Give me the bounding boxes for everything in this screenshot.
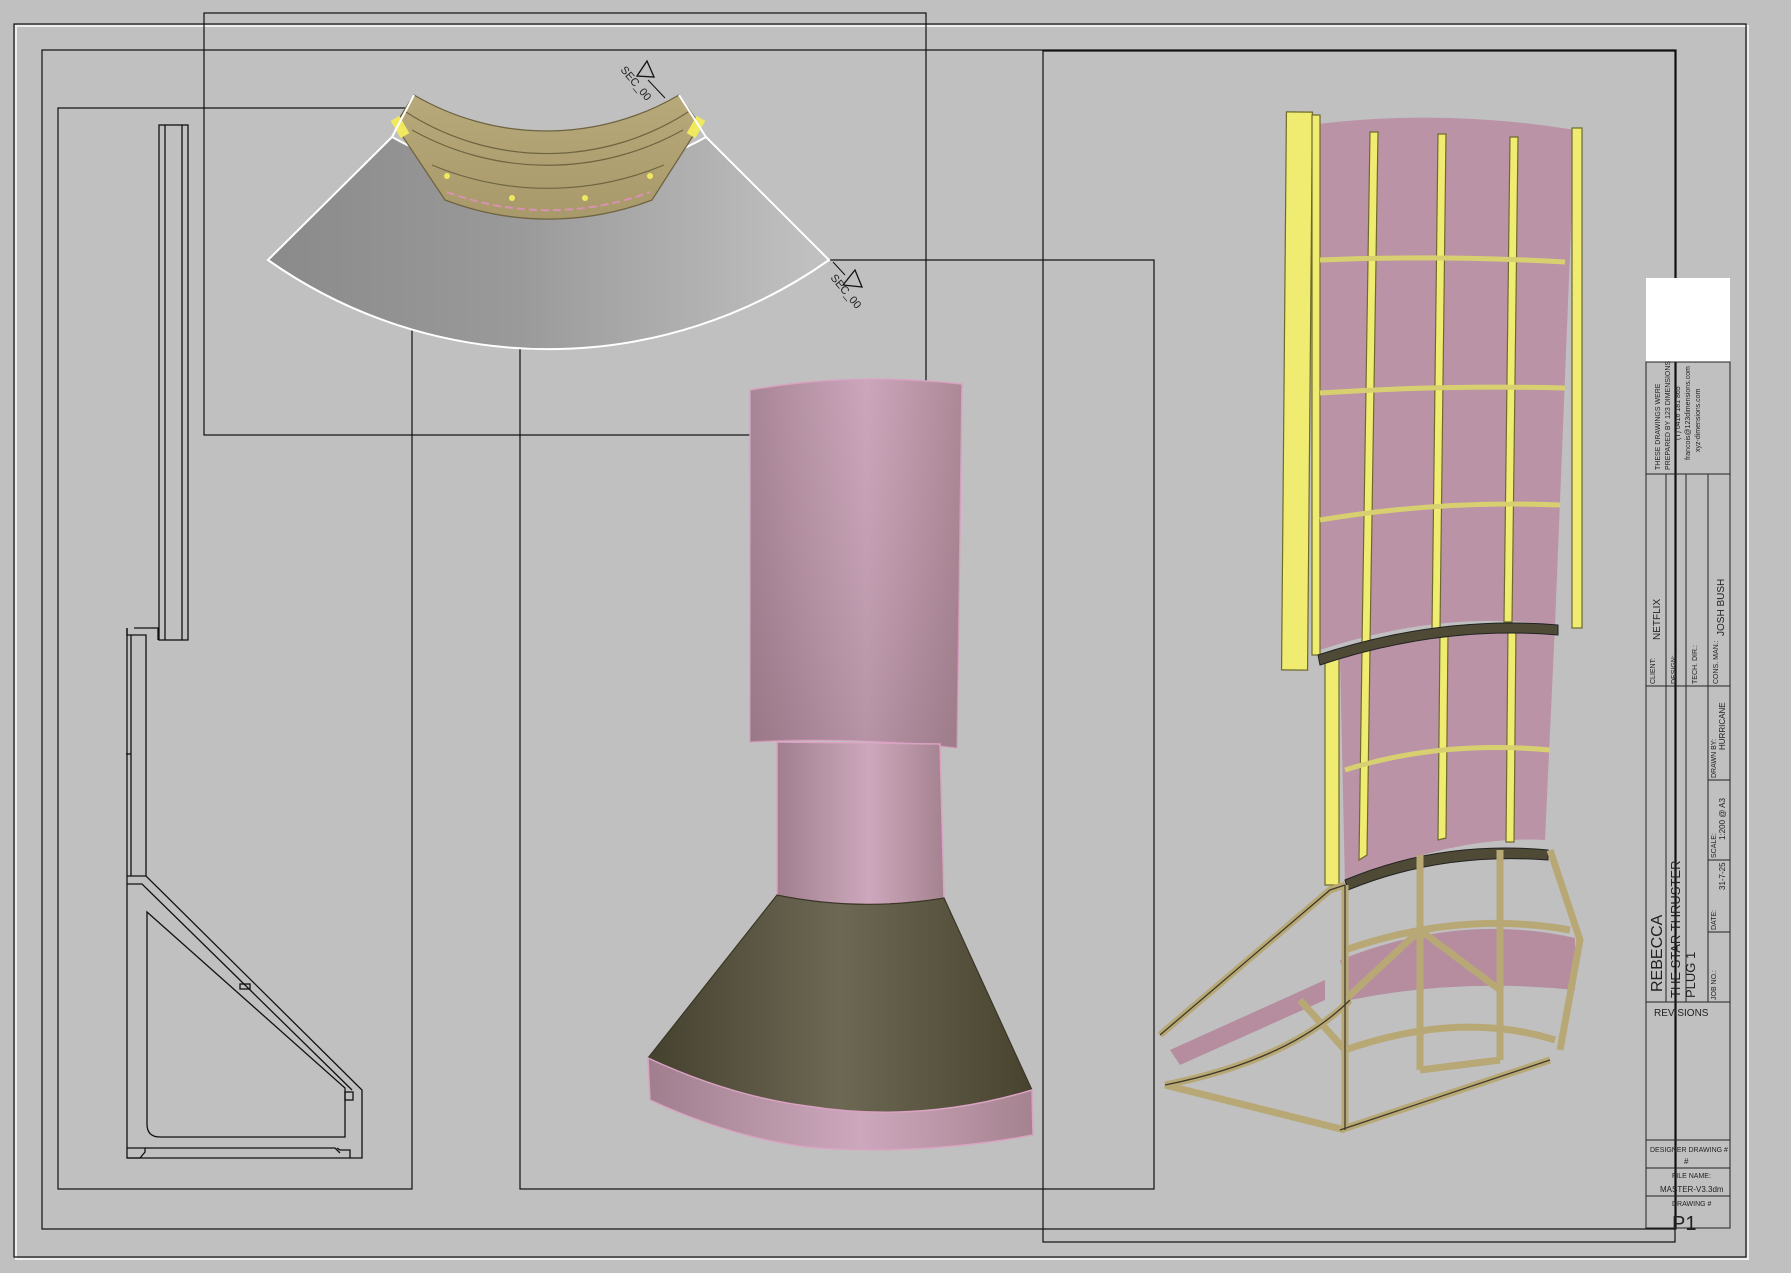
prepared-note-line-3: (T) 0416 181 865 xyxy=(1675,386,1682,440)
cons-man-label: CONS. MAN.: xyxy=(1713,640,1720,684)
design-label: DESIGN: xyxy=(1671,655,1678,684)
structure-3d-view xyxy=(1157,111,1584,1134)
revisions-label: REVISIONS xyxy=(1654,1008,1709,1019)
section-marker-bottom: SEC_00 xyxy=(828,261,863,311)
file-name-label: FILE NAME: xyxy=(1672,1173,1711,1180)
project-name: REBECCA xyxy=(1649,914,1666,992)
prepared-note-line-1: THESE DRAWINGS WERE xyxy=(1655,383,1662,470)
client-value: NETFLIX xyxy=(1652,599,1663,640)
scale-label: SCALE: xyxy=(1711,833,1718,858)
section-marker-label: SEC_00 xyxy=(618,64,654,103)
drawn-by-label: DRAWN BY: xyxy=(1711,739,1718,778)
drawing-no-value: P1 xyxy=(1672,1213,1696,1235)
mid-column xyxy=(776,741,945,906)
section-marker-top: SEC_00 xyxy=(618,59,666,103)
drawing-subtitle: PLUG 1 xyxy=(1683,952,1698,998)
designer-drawing-label: DESIGNER DRAWING # xyxy=(1650,1147,1728,1154)
cone-skirt xyxy=(647,894,1033,1113)
plan-view xyxy=(266,94,831,351)
client-label: CLIENT: xyxy=(1650,658,1657,684)
scale-value: 1:200 @ A3 xyxy=(1718,798,1727,840)
drawing-no-label: DRAWING # xyxy=(1672,1201,1712,1208)
drawing-sheet: SEC_00 SEC_00 THESE DRAWINGS WERE PREPAR… xyxy=(13,12,1749,1260)
drawn-by-value: HURRICANE xyxy=(1718,702,1727,750)
shaded-3d-view xyxy=(647,378,1034,1151)
prepared-note-line-5: xyz-dimensions.com xyxy=(1695,388,1702,452)
tech-dir-label: TECH. DIR.: xyxy=(1692,645,1699,684)
prepared-note-line-4: francois@123dimensions.com xyxy=(1685,366,1692,460)
date-value: 31-7-25 xyxy=(1718,862,1727,890)
designer-drawing-value: # xyxy=(1684,1157,1689,1166)
prepared-note-line-2: PREPARED BY 123 DIMENSIONS xyxy=(1665,361,1672,470)
title-block: THESE DRAWINGS WERE PREPARED BY 123 DIME… xyxy=(1645,278,1731,1235)
date-label: DATE: xyxy=(1711,910,1718,930)
drawing-title: THE STAR THRUSTER xyxy=(1668,861,1683,998)
cons-man-value: JOSH BUSH xyxy=(1716,579,1727,636)
file-name-value: MASTER-V3.3dm xyxy=(1660,1185,1724,1194)
job-no-label: JOB NO.: xyxy=(1711,970,1718,1000)
